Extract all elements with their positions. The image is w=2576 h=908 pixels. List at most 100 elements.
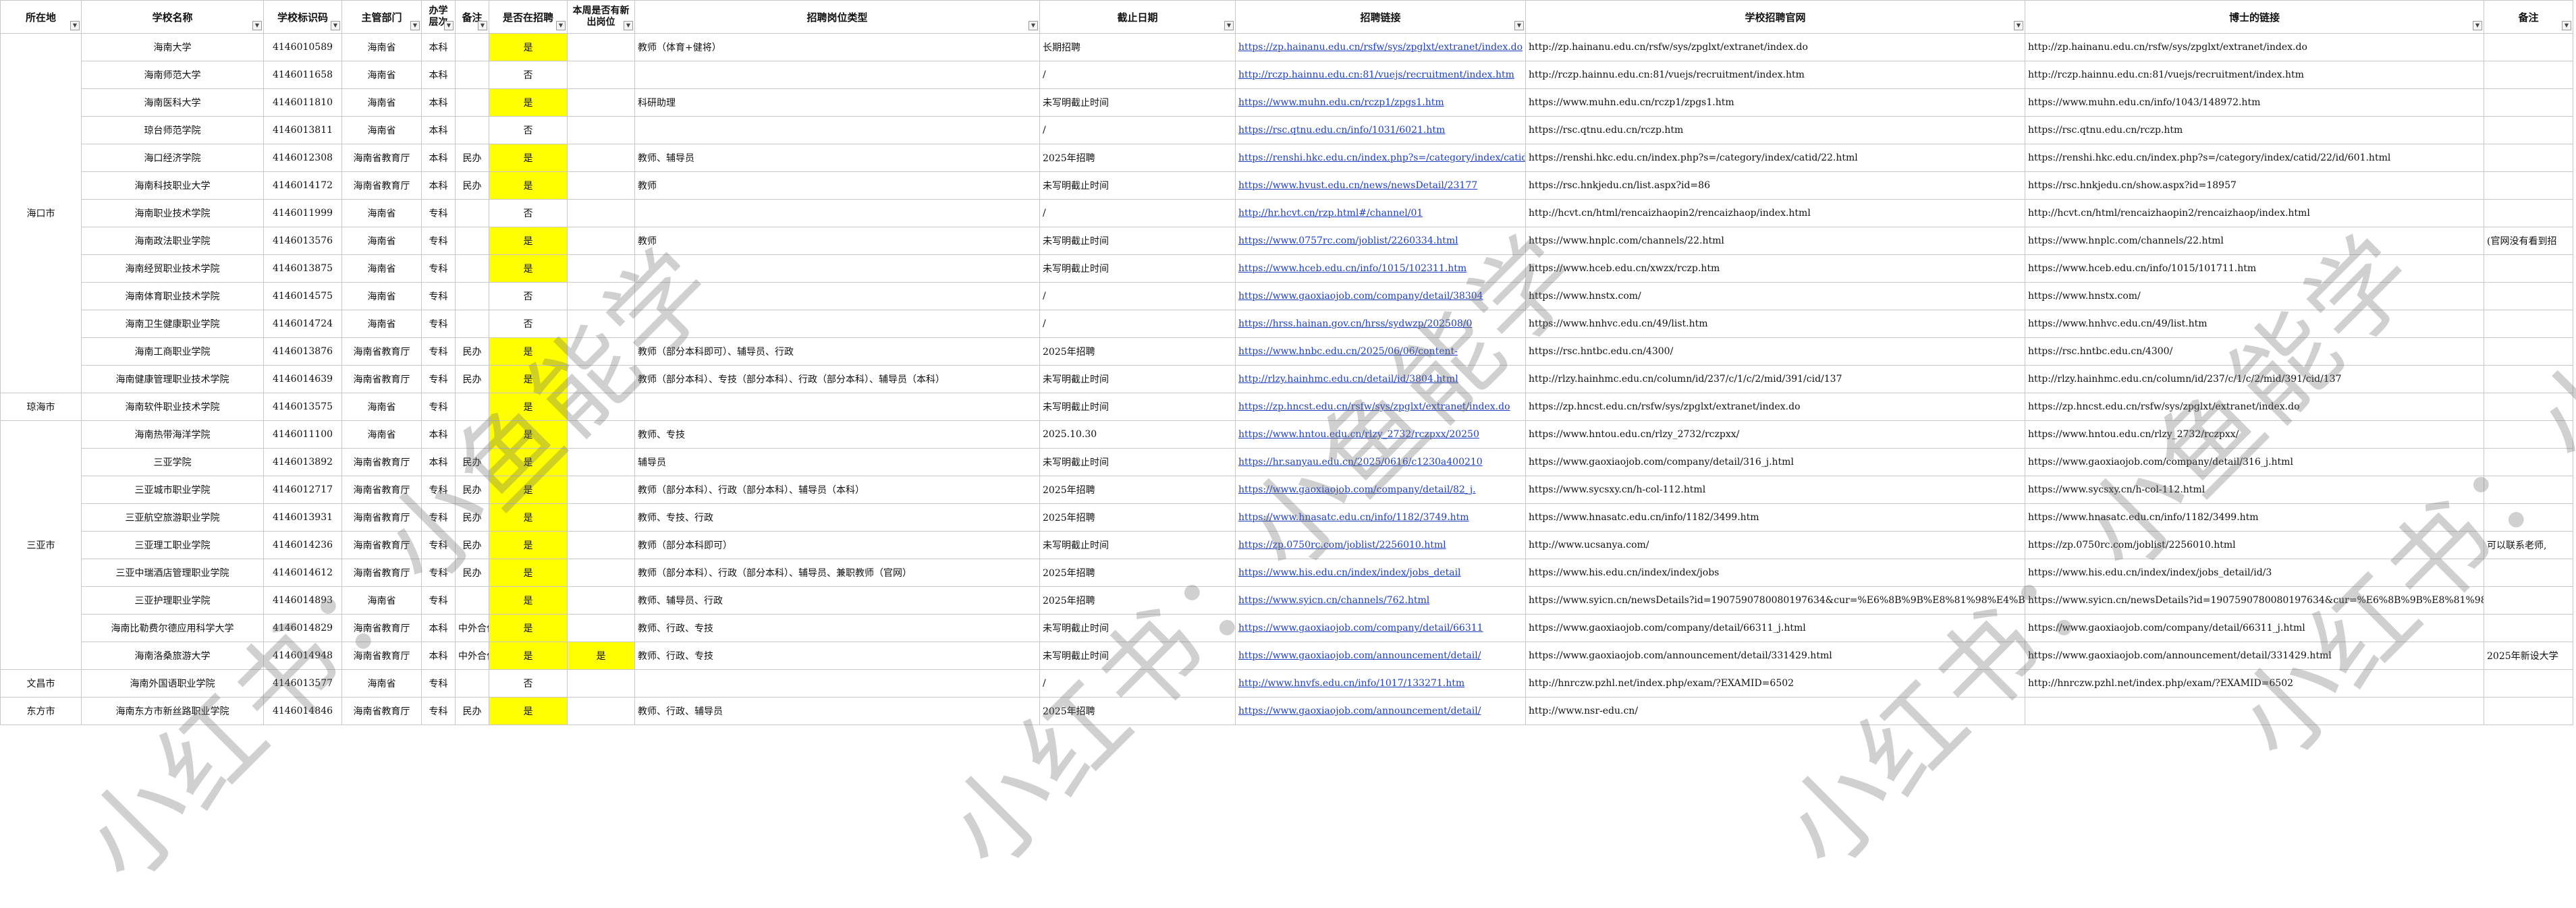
department-cell: 海南省教育厅 <box>341 503 422 532</box>
recruit-link-cell[interactable]: https://renshi.hkc.edu.cn/index.php?s=/c… <box>1235 144 1526 172</box>
recruit-link-cell-text[interactable]: http://rlzy.hainhmc.edu.cn/detail/id/380… <box>1238 374 1458 385</box>
recruit-link-cell-text[interactable]: https://www.gaoxiaojob.com/announcement/… <box>1238 650 1481 661</box>
recruit-link-cell[interactable]: http://www.hnvfs.edu.cn/info/1017/133271… <box>1235 669 1526 698</box>
remark-cell <box>2484 310 2573 338</box>
recruit-link-cell[interactable]: https://www.gaoxiaojob.com/company/detai… <box>1235 282 1526 310</box>
column-header[interactable]: 学校招聘官网 ▼ <box>1525 0 2025 34</box>
recruit-link-cell-text[interactable]: https://hrss.hainan.gov.cn/hrss/sydwzp/2… <box>1238 318 1472 329</box>
filter-dropdown-icon[interactable]: ▼ <box>2473 21 2482 30</box>
filter-dropdown-icon[interactable]: ▼ <box>331 21 340 30</box>
recruit-link-cell-text[interactable]: https://www.hntou.edu.cn/rlzy_2732/rczpx… <box>1238 429 1479 440</box>
note-cell-text: 民办 <box>462 568 482 579</box>
recruit-link-cell-text[interactable]: https://www.hvust.edu.cn/news/newsDetail… <box>1238 180 1477 191</box>
filter-dropdown-icon[interactable]: ▼ <box>1224 21 1234 30</box>
column-header[interactable]: 所在地 ▼ <box>0 0 82 34</box>
recruit-link-cell[interactable]: http://rlzy.hainhmc.edu.cn/detail/id/380… <box>1235 365 1526 393</box>
filter-dropdown-icon[interactable]: ▼ <box>444 21 454 30</box>
recruit-link-cell-text[interactable]: https://zp.0750rc.com/joblist/2256010.ht… <box>1238 540 1446 550</box>
column-header[interactable]: 招聘链接 ▼ <box>1235 0 1526 34</box>
level-cell: 本科 <box>421 614 456 642</box>
recruit-link-cell-text[interactable]: https://www.gaoxiaojob.com/announcement/… <box>1238 706 1481 716</box>
recruit-link-cell-text[interactable]: https://rsc.qtnu.edu.cn/info/1031/6021.h… <box>1238 125 1445 136</box>
remark-cell <box>2484 365 2573 393</box>
recruit-link-cell-text[interactable]: http://www.hnvfs.edu.cn/info/1017/133271… <box>1238 678 1464 689</box>
filter-dropdown-icon[interactable]: ▼ <box>252 21 262 30</box>
filter-dropdown-icon[interactable]: ▼ <box>2562 21 2571 30</box>
column-header[interactable]: 本周是否有新出岗位 ▼ <box>567 0 635 34</box>
recruit-link-cell-text[interactable]: https://www.gaoxiaojob.com/company/detai… <box>1238 623 1483 633</box>
recruit-link-cell[interactable]: https://www.syicn.cn/channels/762.html <box>1235 586 1526 615</box>
recruit-link-cell[interactable]: https://www.0757rc.com/joblist/2260334.h… <box>1235 227 1526 255</box>
recruit-link-cell-text[interactable]: https://www.0757rc.com/joblist/2260334.h… <box>1238 235 1458 246</box>
recruit-link-cell[interactable]: https://hrss.hainan.gov.cn/hrss/sydwzp/2… <box>1235 310 1526 338</box>
school-code-cell-text: 4146014893 <box>272 595 333 606</box>
school-name-cell-text: 海南医科大学 <box>144 98 201 109</box>
recruit-link-cell-text[interactable]: https://www.muhn.edu.cn/rczp1/zpgs1.htm <box>1238 97 1444 108</box>
recruit-link-cell[interactable]: https://zp.0750rc.com/joblist/2256010.ht… <box>1235 531 1526 559</box>
filter-dropdown-icon[interactable]: ▼ <box>410 21 420 30</box>
column-header[interactable]: 博士的链接 ▼ <box>2025 0 2484 34</box>
recruit-link-cell[interactable]: https://hr.sanyau.edu.cn/2025/0616/c1230… <box>1235 448 1526 476</box>
note-cell <box>455 669 489 698</box>
recruit-link-cell[interactable]: https://www.hceb.edu.cn/info/1015/102311… <box>1235 254 1526 283</box>
column-header[interactable]: 学校标识码 ▼ <box>263 0 342 34</box>
recruit-link-cell-text[interactable]: https://www.gaoxiaojob.com/company/detai… <box>1238 291 1483 302</box>
column-header[interactable]: 主管部门 ▼ <box>341 0 422 34</box>
school-name-cell: 三亚护理职业学院 <box>81 586 264 615</box>
recruit-link-cell-text[interactable]: http://rczp.hainnu.edu.cn:81/vuejs/recru… <box>1238 69 1514 80</box>
column-header[interactable]: 是否在招聘 ▼ <box>489 0 568 34</box>
column-header-label: 截止日期 <box>1117 11 1158 24</box>
recruit-link-cell-text[interactable]: https://www.hnbc.edu.cn/2025/06/06/conte… <box>1238 346 1458 357</box>
filter-dropdown-icon[interactable]: ▼ <box>2014 21 2023 30</box>
recruit-link-cell-text[interactable]: https://www.syicn.cn/channels/762.html <box>1238 595 1429 606</box>
filter-dropdown-icon[interactable]: ▼ <box>624 21 633 30</box>
recruit-link-cell-text[interactable]: https://zp.hainanu.edu.cn/rsfw/sys/zpglx… <box>1238 42 1523 53</box>
recruit-link-cell[interactable]: http://hr.hcvt.cn/rzp.html#/channel/01 <box>1235 199 1526 227</box>
column-header[interactable]: 备注 ▼ <box>2484 0 2573 34</box>
column-header[interactable]: 招聘岗位类型 ▼ <box>634 0 1040 34</box>
column-header[interactable]: 办学层次 ▼ <box>421 0 456 34</box>
recruit-link-cell[interactable]: https://www.gaoxiaojob.com/announcement/… <box>1235 697 1526 725</box>
recruit-link-cell-text[interactable]: https://www.hceb.edu.cn/info/1015/102311… <box>1238 263 1467 274</box>
column-header[interactable]: 备注 ▼ <box>455 0 489 34</box>
phd-link-cell: https://www.hnhvc.edu.cn/49/list.htm <box>2025 310 2484 338</box>
recruit-link-cell[interactable]: https://rsc.qtnu.edu.cn/info/1031/6021.h… <box>1235 116 1526 144</box>
phd-link-cell: https://www.gaoxiaojob.com/company/detai… <box>2025 614 2484 642</box>
phd-link-cell-text: https://zp.0750rc.com/joblist/2256010.ht… <box>2028 540 2236 550</box>
department-cell: 海南省教育厅 <box>341 476 422 504</box>
recruit-link-cell[interactable]: https://www.hnbc.edu.cn/2025/06/06/conte… <box>1235 337 1526 366</box>
recruit-link-cell[interactable]: https://www.gaoxiaojob.com/announcement/… <box>1235 642 1526 670</box>
recruit-link-cell[interactable]: https://www.his.edu.cn/index/index/jobs_… <box>1235 559 1526 587</box>
position-types-cell-text: 教师、行政、专技 <box>638 651 713 662</box>
recruit-link-cell[interactable]: https://zp.hncst.edu.cn/rsfw/sys/zpglxt/… <box>1235 393 1526 421</box>
filter-dropdown-icon[interactable]: ▼ <box>478 21 487 30</box>
recruit-link-cell-text[interactable]: https://www.gaoxiaojob.com/company/detai… <box>1238 484 1476 495</box>
filter-dropdown-icon[interactable]: ▼ <box>1029 21 1038 30</box>
recruit-link-cell[interactable]: https://zp.hainanu.edu.cn/rsfw/sys/zpglx… <box>1235 33 1526 61</box>
filter-dropdown-icon[interactable]: ▼ <box>70 21 80 30</box>
filter-dropdown-icon[interactable]: ▼ <box>1514 21 1524 30</box>
recruit-link-cell-text[interactable]: https://hr.sanyau.edu.cn/2025/0616/c1230… <box>1238 457 1483 467</box>
recruit-link-cell[interactable]: https://www.hntou.edu.cn/rlzy_2732/rczpx… <box>1235 420 1526 449</box>
recruit-link-cell[interactable]: http://rczp.hainnu.edu.cn:81/vuejs/recru… <box>1235 61 1526 89</box>
hiring-status-cell-text: 是 <box>523 513 533 523</box>
school-name-cell-text: 三亚航空旅游职业学院 <box>125 513 220 523</box>
recruit-link-cell[interactable]: https://www.hvust.edu.cn/news/newsDetail… <box>1235 171 1526 200</box>
column-header[interactable]: 学校名称 ▼ <box>81 0 264 34</box>
recruit-link-cell[interactable]: https://www.gaoxiaojob.com/company/detai… <box>1235 476 1526 504</box>
level-cell: 专科 <box>421 503 456 532</box>
recruit-link-cell[interactable]: https://www.gaoxiaojob.com/company/detai… <box>1235 614 1526 642</box>
column-header[interactable]: 截止日期 ▼ <box>1039 0 1236 34</box>
recruit-link-cell-text[interactable]: http://hr.hcvt.cn/rzp.html#/channel/01 <box>1238 208 1423 219</box>
recruit-link-cell-text[interactable]: https://www.his.edu.cn/index/index/jobs_… <box>1238 567 1461 578</box>
recruit-link-cell[interactable]: https://www.hnasatc.edu.cn/info/1182/374… <box>1235 503 1526 532</box>
level-cell-text: 专科 <box>429 291 448 302</box>
school-code-cell-text: 4146014236 <box>272 540 333 550</box>
recruit-link-cell-text[interactable]: https://zp.hncst.edu.cn/rsfw/sys/zpglxt/… <box>1238 401 1510 412</box>
position-types-cell-text: 教师（部分本科）、行政（部分本科）、辅导员、兼职教师（官网） <box>638 568 912 579</box>
filter-dropdown-icon[interactable]: ▼ <box>556 21 566 30</box>
recruit-link-cell[interactable]: https://www.muhn.edu.cn/rczp1/zpgs1.htm <box>1235 88 1526 117</box>
new-position-cell <box>567 476 635 504</box>
recruit-link-cell-text[interactable]: https://renshi.hkc.edu.cn/index.php?s=/c… <box>1238 152 1525 163</box>
recruit-link-cell-text[interactable]: https://www.hnasatc.edu.cn/info/1182/374… <box>1238 512 1469 523</box>
